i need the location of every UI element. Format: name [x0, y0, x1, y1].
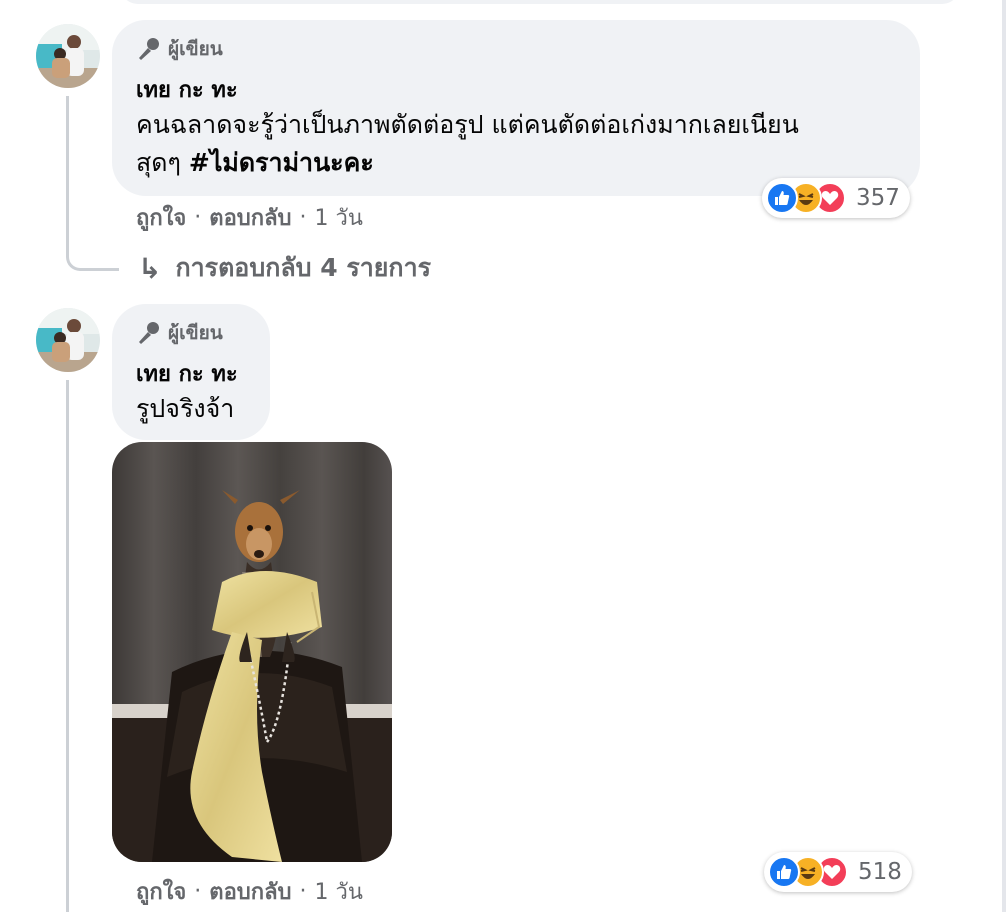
hashtag-link[interactable]: #ไม่ดราม่านะคะ — [189, 148, 374, 177]
dog-photo-image — [112, 442, 392, 862]
scrollbar-track[interactable] — [1002, 0, 1006, 912]
reaction-count: 357 — [856, 185, 900, 211]
comment-author-name[interactable]: เทย กะ ทะ — [136, 356, 238, 391]
previous-comment-bubble-edge — [120, 0, 960, 4]
author-badge: ผู้เขียน — [136, 34, 223, 64]
like-icon — [768, 856, 800, 888]
like-button[interactable]: ถูกใจ — [136, 874, 186, 909]
timestamp[interactable]: 1 วัน — [315, 200, 363, 235]
comment-text-line: คนฉลาดจะรู้ว่าเป็นภาพตัดต่อรูป แต่คนตัดต… — [136, 110, 799, 139]
microphone-icon — [136, 320, 162, 346]
reply-button[interactable]: ตอบกลับ — [209, 874, 291, 909]
author-badge: ผู้เขียน — [136, 318, 223, 348]
reaction-count: 518 — [858, 859, 902, 885]
timestamp[interactable]: 1 วัน — [315, 874, 363, 909]
separator: · — [194, 879, 202, 904]
comment-text-line: สุดๆ #ไม่ดราม่านะคะ — [136, 148, 374, 177]
separator: · — [299, 205, 307, 230]
comment-author-name[interactable]: เทย กะ ทะ — [136, 72, 238, 107]
comment-text: คนฉลาดจะรู้ว่าเป็นภาพตัดต่อรูป แต่คนตัดต… — [136, 106, 906, 182]
avatar[interactable] — [36, 24, 100, 88]
reaction-summary[interactable]: 518 — [764, 852, 912, 892]
like-button[interactable]: ถูกใจ — [136, 200, 186, 235]
view-replies-label: การตอบกลับ 4 รายการ — [175, 253, 432, 282]
reply-button[interactable]: ตอบกลับ — [209, 200, 291, 235]
comment-photo[interactable] — [112, 442, 392, 862]
thread-line — [66, 380, 69, 912]
separator: · — [299, 879, 307, 904]
comment-actions: ถูกใจ · ตอบกลับ · 1 วัน — [136, 874, 363, 909]
view-replies-link[interactable]: ↳ การตอบกลับ 4 รายการ — [138, 248, 431, 288]
comment-text: รูปจริงจ้า — [136, 394, 235, 423]
microphone-icon — [136, 36, 162, 62]
reply-arrow-icon: ↳ — [138, 251, 162, 285]
reaction-summary[interactable]: 357 — [762, 178, 910, 218]
like-icon — [766, 182, 798, 214]
comment-actions: ถูกใจ · ตอบกลับ · 1 วัน — [136, 200, 363, 235]
separator: · — [194, 205, 202, 230]
avatar[interactable] — [36, 308, 100, 372]
